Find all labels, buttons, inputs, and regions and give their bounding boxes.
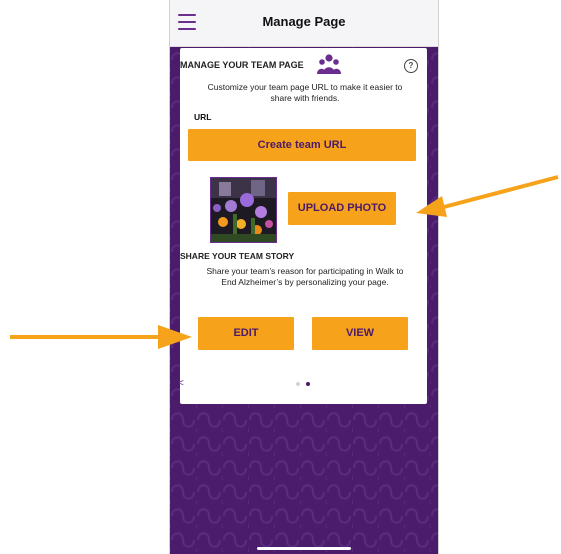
edit-button[interactable]: EDIT <box>198 317 294 350</box>
top-bar: Manage Page <box>170 0 438 47</box>
annotation-arrow-edit <box>10 325 192 349</box>
manage-page-card: MANAGE YOUR TEAM PAGE ? Customize your t… <box>178 48 427 404</box>
upload-photo-button[interactable]: UPLOAD PHOTO <box>288 192 396 225</box>
url-label: URL <box>194 112 212 122</box>
home-indicator[interactable] <box>257 547 351 550</box>
previous-page-chevron-icon[interactable]: < <box>178 378 184 389</box>
share-story-heading: SHARE YOUR TEAM STORY <box>180 251 295 261</box>
team-people-icon <box>317 54 341 74</box>
page-title: Manage Page <box>262 14 346 29</box>
create-team-url-button[interactable]: Create team URL <box>188 129 416 161</box>
view-button[interactable]: VIEW <box>312 317 408 350</box>
team-photo-thumbnail[interactable] <box>210 177 277 243</box>
phone-screen: Manage Page MANAGE YOUR TEAM PAGE ? Cust… <box>169 0 439 554</box>
manage-team-heading: MANAGE YOUR TEAM PAGE <box>180 60 304 70</box>
pager-dot-1[interactable] <box>296 382 300 386</box>
url-description: Customize your team page URL to make it … <box>207 82 403 103</box>
annotation-arrow-upload <box>416 175 559 217</box>
flower-photo <box>211 178 276 242</box>
pager-dot-2-active[interactable] <box>306 382 310 386</box>
question-circle-icon[interactable]: ? <box>404 59 418 73</box>
story-description: Share your team’s reason for participati… <box>206 266 404 287</box>
